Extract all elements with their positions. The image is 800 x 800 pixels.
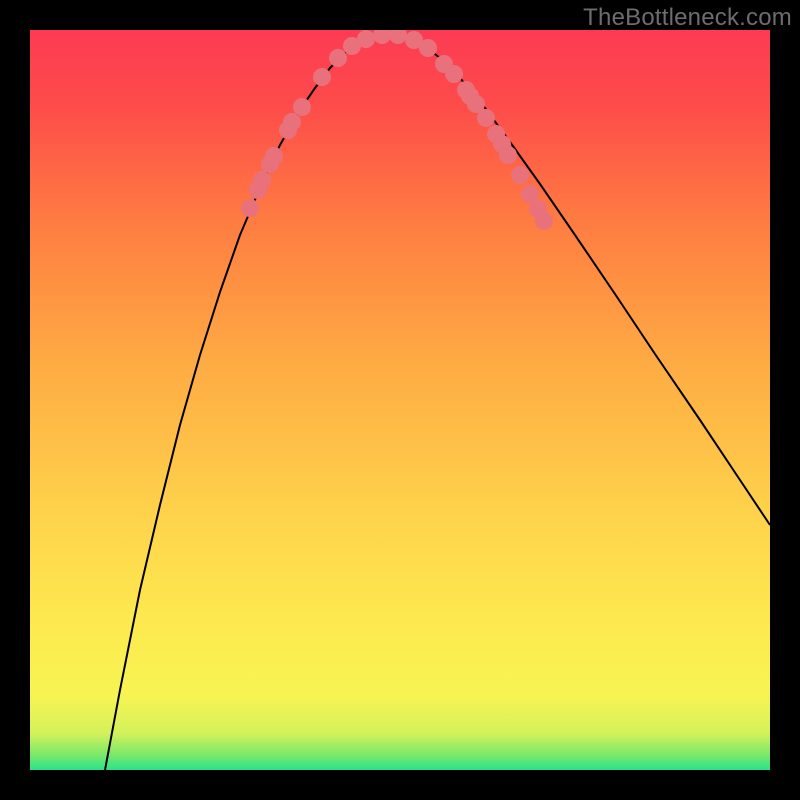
highlight-dot: [293, 98, 311, 116]
highlight-dot: [357, 30, 375, 48]
highlight-dot: [419, 39, 437, 57]
highlight-dot: [313, 68, 331, 86]
highlight-dot: [253, 171, 271, 189]
highlight-dot: [445, 65, 463, 83]
highlight-dot: [283, 113, 301, 131]
chart-plot-area: [30, 30, 770, 770]
chart-frame: TheBottleneck.com: [0, 0, 800, 800]
highlight-dot: [373, 30, 391, 44]
highlight-dot: [477, 109, 495, 127]
highlight-dot: [535, 212, 553, 230]
highlight-dot: [389, 30, 407, 44]
highlight-dot: [241, 199, 259, 217]
highlight-dot: [265, 147, 283, 165]
highlight-dot: [511, 166, 529, 184]
chart-svg: [30, 30, 770, 770]
highlight-dot: [499, 146, 517, 164]
bottleneck-curve: [105, 34, 770, 770]
highlight-dot: [329, 49, 347, 67]
watermark-label: TheBottleneck.com: [583, 4, 792, 32]
